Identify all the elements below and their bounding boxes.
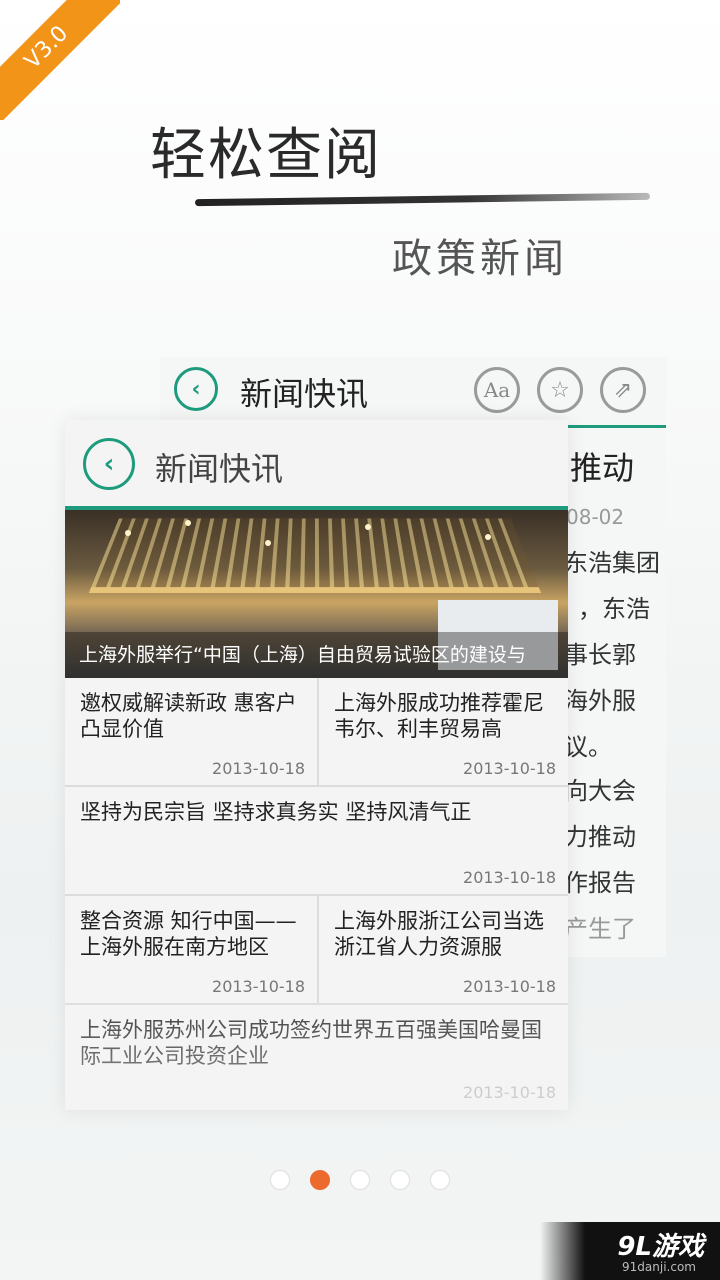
news-item[interactable]: 整合资源 知行中国——上海外服在南方地区 2013-10-18 <box>65 896 317 1004</box>
news-item-date: 2013-10-18 <box>463 1083 556 1102</box>
article-line: 东浩集团 <box>564 549 660 577</box>
brush-stroke-divider <box>194 192 651 207</box>
version-badge: V3.0 <box>0 0 120 120</box>
page-dot[interactable] <box>390 1170 410 1190</box>
news-item-title: 上海外服成功推荐霍尼韦尔、利丰贸易高 <box>334 691 544 741</box>
banner-light <box>365 524 371 530</box>
page-dot-active[interactable] <box>310 1170 330 1190</box>
banner-image <box>88 518 542 594</box>
banner-light <box>185 520 191 526</box>
news-item-title: 坚持为民宗旨 坚持求真务实 坚持风清气正 <box>80 800 472 824</box>
news-item-date: 2013-10-18 <box>212 759 305 778</box>
version-ribbon: V3.0 <box>0 0 120 120</box>
article-line: 产生了 <box>564 915 636 943</box>
page-dot[interactable] <box>350 1170 370 1190</box>
page-indicator <box>270 1170 450 1192</box>
article-line: ，东浩 <box>578 595 650 623</box>
watermark-logo: 9L游戏 <box>617 1232 704 1262</box>
article-line: 议。 <box>564 733 612 761</box>
news-item-date: 2013-10-18 <box>463 759 556 778</box>
news-item-title: 上海外服浙江公司当选浙江省人力资源服 <box>334 909 544 959</box>
news-item[interactable]: 坚持为民宗旨 坚持求真务实 坚持风清气正 2013-10-18 <box>65 787 568 895</box>
hero-subtitle: 政策新闻 <box>392 236 568 282</box>
banner-light <box>485 534 491 540</box>
news-header: ‹ 新闻快讯 <box>65 420 568 510</box>
news-item-title: 整合资源 知行中国——上海外服在南方地区 <box>80 909 297 959</box>
column-divider <box>317 896 319 1004</box>
news-item-date: 2013-10-18 <box>463 868 556 887</box>
news-header-title: 新闻快讯 <box>155 450 284 488</box>
column-divider <box>317 678 319 786</box>
banner-light <box>265 540 271 546</box>
back-card-title: 新闻快讯 <box>240 375 369 413</box>
share-icon[interactable]: ⇗ <box>600 367 646 413</box>
news-item[interactable]: 上海外服成功推荐霍尼韦尔、利丰贸易高 2013-10-18 <box>319 678 568 786</box>
news-item-title: 上海外服苏州公司成功签约世界五百强美国哈曼国际工业公司投资企业 <box>80 1018 542 1068</box>
back-arrow-icon[interactable]: ‹ <box>83 438 135 490</box>
banner-light <box>125 530 131 536</box>
news-item[interactable]: 上海外服浙江公司当选浙江省人力资源服 2013-10-18 <box>319 896 568 1004</box>
font-size-icon[interactable]: Aa <box>474 367 520 413</box>
article-line: 向大会 <box>564 777 636 805</box>
news-item[interactable]: 邀权威解读新政 惠客户凸显价值 2013-10-18 <box>65 678 317 786</box>
page-dot[interactable] <box>270 1170 290 1190</box>
news-item[interactable]: 上海外服苏州公司成功签约世界五百强美国哈曼国际工业公司投资企业 2013-10-… <box>65 1005 568 1110</box>
article-heading: 推动 <box>570 449 635 487</box>
watermark-url: 91danji.com <box>622 1260 696 1274</box>
hero-title: 轻松查阅 <box>150 123 382 188</box>
news-item-date: 2013-10-18 <box>212 977 305 996</box>
article-date: 08-02 <box>566 505 625 529</box>
page-dot[interactable] <box>430 1170 450 1190</box>
back-arrow-icon[interactable]: ‹ <box>174 367 218 411</box>
news-item-date: 2013-10-18 <box>463 977 556 996</box>
star-icon[interactable]: ☆ <box>537 367 583 413</box>
article-line: 力推动 <box>564 823 636 851</box>
article-line: 作报告 <box>564 869 636 897</box>
back-card-header: ‹ 新闻快讯 Aa ☆ ⇗ <box>160 357 666 428</box>
news-item-title: 邀权威解读新政 惠客户凸显价值 <box>80 691 297 741</box>
featured-banner[interactable]: 上海外服举行“中国（上海）自由贸易试验区的建设与 <box>65 510 568 678</box>
site-watermark: 9L游戏 91danji.com <box>540 1222 720 1280</box>
banner-caption: 上海外服举行“中国（上海）自由贸易试验区的建设与 <box>65 632 568 678</box>
article-line: 海外服 <box>564 687 636 715</box>
article-line: 事长郭 <box>564 641 636 669</box>
news-list-card: ‹ 新闻快讯 上海外服举行“中国（上海）自由贸易试验区的建设与 邀权威解读新政 … <box>65 420 568 1110</box>
